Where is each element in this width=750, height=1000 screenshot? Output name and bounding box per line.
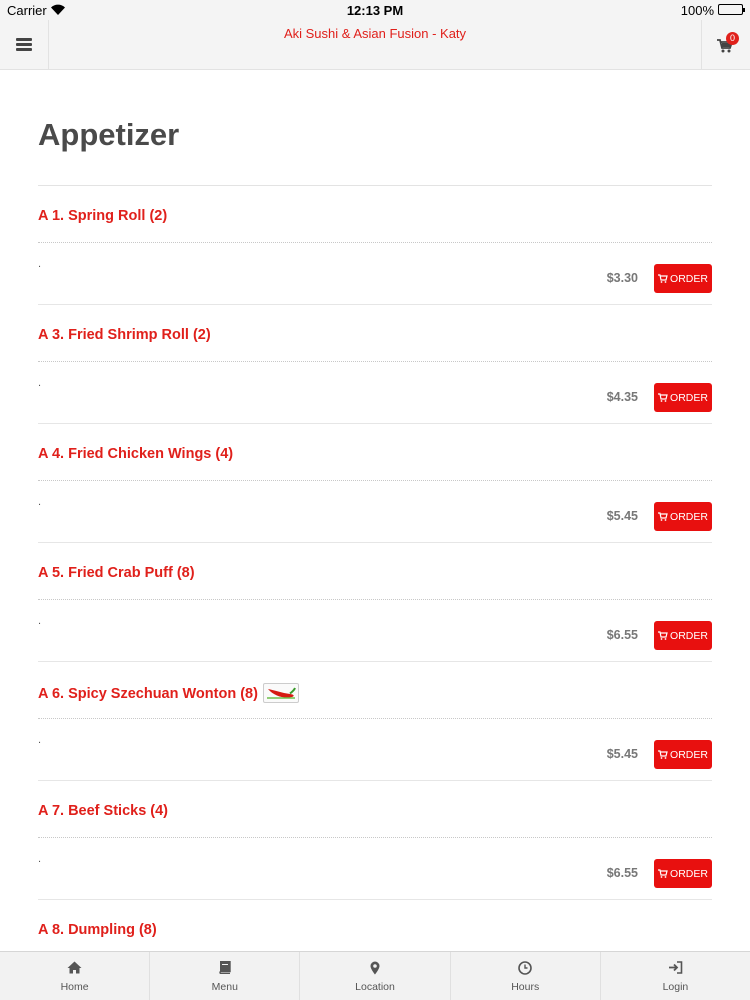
dotted-divider bbox=[38, 718, 712, 719]
cart-icon bbox=[658, 274, 668, 283]
order-label: ORDER bbox=[670, 510, 708, 523]
item-description: . bbox=[38, 377, 42, 389]
dotted-divider bbox=[38, 242, 712, 243]
sign-in-icon bbox=[668, 961, 683, 974]
menu-item: A 7. Beef Sticks (4) . $6.55 ORDER bbox=[38, 781, 712, 900]
item-description: . bbox=[38, 258, 42, 270]
item-name[interactable]: A 4. Fried Chicken Wings (4) bbox=[38, 446, 233, 462]
menu-content[interactable]: Appetizer A 1. Spring Roll (2) . $3.30 O… bbox=[0, 71, 750, 951]
item-price: $4.35 bbox=[606, 390, 638, 404]
battery-icon bbox=[718, 4, 745, 15]
item-description: . bbox=[38, 615, 42, 627]
cart-count-badge: 0 bbox=[726, 32, 739, 45]
item-price: $6.55 bbox=[606, 628, 638, 642]
section-title: Appetizer bbox=[38, 117, 180, 152]
status-bar: Carrier 12:13 PM 100% bbox=[0, 0, 750, 20]
tab-label: Login bbox=[662, 981, 689, 993]
item-price: $6.55 bbox=[606, 866, 638, 880]
item-price: $3.30 bbox=[606, 271, 638, 285]
order-label: ORDER bbox=[670, 748, 708, 761]
item-price: $5.45 bbox=[606, 747, 638, 761]
cart-button[interactable]: 0 bbox=[701, 20, 750, 69]
tab-label: Home bbox=[60, 981, 89, 993]
menu-item: A 6. Spicy Szechuan Wonton (8) . $5.45 O… bbox=[38, 662, 712, 781]
order-label: ORDER bbox=[670, 867, 708, 880]
order-button[interactable]: ORDER bbox=[654, 383, 712, 412]
chili-pepper-icon bbox=[262, 683, 299, 703]
item-description: . bbox=[38, 496, 42, 508]
tab-menu[interactable]: Menu bbox=[150, 952, 301, 1000]
bottom-tab-bar: Home Menu Location Hours Login bbox=[0, 951, 750, 1000]
order-button[interactable]: ORDER bbox=[654, 621, 712, 650]
cart-icon bbox=[658, 869, 668, 878]
cart-icon bbox=[658, 631, 668, 640]
item-name[interactable]: A 8. Dumpling (8) bbox=[38, 922, 157, 938]
status-time: 12:13 PM bbox=[346, 3, 404, 18]
item-name[interactable]: A 7. Beef Sticks (4) bbox=[38, 803, 168, 819]
tab-login[interactable]: Login bbox=[601, 952, 750, 1000]
cart-icon bbox=[658, 393, 668, 402]
home-icon bbox=[67, 961, 82, 974]
order-label: ORDER bbox=[670, 272, 708, 285]
item-description: . bbox=[38, 853, 42, 865]
map-marker-icon bbox=[370, 961, 380, 975]
tab-label: Location bbox=[355, 981, 395, 993]
cart-icon bbox=[658, 750, 668, 759]
menu-item: A 5. Fried Crab Puff (8) . $6.55 ORDER bbox=[38, 543, 712, 662]
tab-home[interactable]: Home bbox=[0, 952, 151, 1000]
item-price: $5.45 bbox=[606, 509, 638, 523]
tab-location[interactable]: Location bbox=[300, 952, 451, 1000]
item-name[interactable]: A 6. Spicy Szechuan Wonton (8) bbox=[38, 686, 258, 702]
cart-icon bbox=[658, 512, 668, 521]
tab-label: Hours bbox=[511, 981, 540, 993]
tab-hours[interactable]: Hours bbox=[451, 952, 601, 1000]
dotted-divider bbox=[38, 361, 712, 362]
menu-item: A 4. Fried Chicken Wings (4) . $5.45 ORD… bbox=[38, 424, 712, 543]
restaurant-title: Aki Sushi & Asian Fusion - Katy bbox=[283, 26, 467, 41]
dotted-divider bbox=[38, 480, 712, 481]
item-name-row: A 6. Spicy Szechuan Wonton (8) bbox=[38, 683, 299, 704]
dotted-divider bbox=[38, 837, 712, 838]
item-name[interactable]: A 5. Fried Crab Puff (8) bbox=[38, 565, 195, 581]
item-name[interactable]: A 1. Spring Roll (2) bbox=[38, 208, 167, 224]
order-button[interactable]: ORDER bbox=[654, 859, 712, 888]
menu-item: A 3. Fried Shrimp Roll (2) . $4.35 ORDER bbox=[38, 305, 712, 424]
battery-percent: 100% bbox=[680, 3, 714, 18]
book-icon bbox=[219, 961, 231, 974]
clock-icon bbox=[518, 961, 533, 975]
order-button[interactable]: ORDER bbox=[654, 502, 712, 531]
menu-item: A 8. Dumpling (8) bbox=[38, 900, 712, 951]
order-label: ORDER bbox=[670, 391, 708, 404]
app-header: Aki Sushi & Asian Fusion - Katy 0 bbox=[0, 20, 750, 70]
dotted-divider bbox=[38, 599, 712, 600]
order-button[interactable]: ORDER bbox=[654, 264, 712, 293]
order-button[interactable]: ORDER bbox=[654, 740, 712, 769]
tab-label: Menu bbox=[211, 981, 238, 993]
order-label: ORDER bbox=[670, 629, 708, 642]
item-name[interactable]: A 3. Fried Shrimp Roll (2) bbox=[38, 327, 211, 343]
item-description: . bbox=[38, 734, 42, 746]
menu-item: A 1. Spring Roll (2) . $3.30 ORDER bbox=[38, 186, 712, 305]
